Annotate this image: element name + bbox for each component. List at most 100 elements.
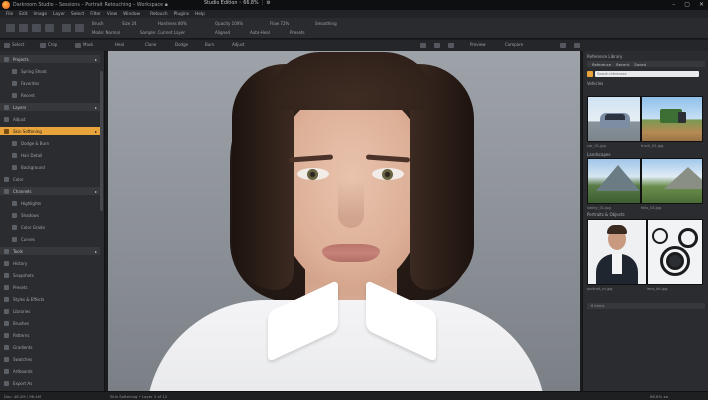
thumb-camera-lens[interactable]: [647, 219, 703, 285]
zoom-in-icon[interactable]: [420, 43, 426, 48]
panel-item[interactable]: History: [0, 259, 100, 267]
image-canvas[interactable]: [108, 51, 580, 391]
menu-filter[interactable]: Filter: [90, 12, 101, 17]
thumb-truck[interactable]: [641, 96, 703, 142]
panel-item[interactable]: Adjust: [0, 115, 100, 123]
menu-help[interactable]: Help: [195, 12, 205, 17]
chevron-right-icon[interactable]: ▸: [95, 249, 97, 254]
close-button[interactable]: ✕: [699, 1, 704, 8]
option-mode[interactable]: Mode: Normal: [92, 30, 120, 35]
reference-search-input[interactable]: [595, 71, 699, 77]
menu-view[interactable]: View: [107, 12, 117, 17]
fit-icon[interactable]: [448, 43, 454, 48]
left-panel-scrollbar[interactable]: [100, 71, 103, 211]
panel-item[interactable]: Spring Shoot: [0, 67, 100, 75]
panel-item[interactable]: Brushes: [0, 319, 100, 327]
panel-item[interactable]: Skin Softening ▸: [0, 127, 100, 135]
menu-window[interactable]: Window: [123, 12, 140, 17]
option-opacity[interactable]: Opacity 100%: [215, 21, 243, 26]
option-presets[interactable]: Presets: [290, 30, 305, 35]
panel-item[interactable]: Swatches: [0, 355, 100, 363]
wand-tool-icon[interactable]: [75, 24, 84, 32]
app-logo-icon: [2, 1, 10, 9]
menu-retouch[interactable]: Retouch: [150, 12, 168, 17]
thumb-man-portrait[interactable]: [587, 219, 647, 285]
panel-item[interactable]: Gradients: [0, 343, 100, 351]
tb-preview[interactable]: Preview: [470, 42, 486, 47]
option-size[interactable]: Size 24: [122, 21, 137, 26]
menu-file[interactable]: File: [6, 12, 13, 17]
panel-item[interactable]: Patterns: [0, 331, 100, 339]
brush-tool-icon[interactable]: [6, 24, 15, 32]
tb-crop[interactable]: Crop: [48, 42, 57, 47]
tb-mask[interactable]: Mask: [83, 42, 93, 47]
panel-item[interactable]: Color Grade: [0, 223, 100, 231]
panel-item[interactable]: Hair Detail: [0, 151, 100, 159]
panel-item[interactable]: Channels ▸: [0, 187, 100, 195]
option-sample[interactable]: Sample: Current Layer: [140, 30, 185, 35]
maximize-button[interactable]: ▢: [684, 1, 690, 8]
menu-edit[interactable]: Edit: [19, 12, 27, 17]
layer-icon: [4, 128, 9, 134]
panel-item[interactable]: Projects ▸: [0, 55, 100, 63]
option-smoothing[interactable]: Smoothing: [315, 21, 337, 26]
menu-plugins[interactable]: Plugins: [174, 12, 189, 17]
panel-item[interactable]: Snapshots: [0, 271, 100, 279]
panel-item[interactable]: Curves: [0, 235, 100, 243]
mask-icon[interactable]: [75, 43, 81, 48]
tb-dodge[interactable]: Dodge: [175, 42, 188, 47]
option-hardness[interactable]: Hardness 80%: [158, 21, 187, 26]
chevron-right-icon[interactable]: ▸: [95, 57, 97, 62]
eraser-tool-icon[interactable]: [19, 24, 28, 32]
clone-tool-icon[interactable]: [62, 24, 71, 32]
status-zoom[interactable]: 66.8% ◂ ▸: [650, 394, 668, 399]
panel-item[interactable]: Color: [0, 175, 100, 183]
panel-item[interactable]: Shadows: [0, 211, 100, 219]
panel-item[interactable]: Styles & Effects: [0, 295, 100, 303]
tab-reference[interactable]: Reference: [592, 62, 611, 67]
zoom-out-icon[interactable]: [434, 43, 440, 48]
thumb-valley[interactable]: [587, 158, 641, 204]
panel-item[interactable]: Favorites: [0, 79, 100, 87]
tb-compare[interactable]: Compare: [505, 42, 523, 47]
menu-image[interactable]: Image: [34, 12, 47, 17]
panel-item[interactable]: Dodge & Burn: [0, 139, 100, 147]
panel-item[interactable]: Presets: [0, 283, 100, 291]
panel-item[interactable]: Highlights: [0, 199, 100, 207]
tb-heal[interactable]: Heal: [115, 42, 124, 47]
panel-item[interactable]: Export As: [0, 379, 100, 387]
panel-item[interactable]: Recent: [0, 91, 100, 99]
option-brush[interactable]: Brush: [92, 21, 104, 26]
crop-icon[interactable]: [40, 43, 46, 48]
option-aligned[interactable]: Aligned: [215, 30, 230, 35]
chevron-right-icon[interactable]: ▸: [95, 189, 97, 194]
option-autoheal[interactable]: Auto-Heal: [250, 30, 270, 35]
panel-item[interactable]: Artboards: [0, 367, 100, 375]
pen-tool-icon[interactable]: [32, 24, 41, 32]
tb-adjust[interactable]: Adjust: [232, 42, 245, 47]
panel-item[interactable]: Libraries: [0, 307, 100, 315]
panel-item-label: Curves: [21, 236, 35, 242]
thumb-hills[interactable]: [641, 158, 703, 204]
thumb-car[interactable]: [587, 96, 641, 142]
chevron-right-icon[interactable]: ▸: [95, 129, 97, 134]
heal-tool-icon[interactable]: [45, 24, 54, 32]
panel-item[interactable]: Layers ▸: [0, 103, 100, 111]
tb-select[interactable]: Select: [12, 42, 24, 47]
minimize-button[interactable]: –: [672, 1, 675, 8]
option-flow[interactable]: Flow 72%: [270, 21, 289, 26]
panel-item[interactable]: Background: [0, 163, 100, 171]
tab-saved[interactable]: Saved: [634, 62, 646, 67]
tab-recent[interactable]: Recent: [616, 62, 629, 67]
menu-layer[interactable]: Layer: [53, 12, 65, 17]
tb-burn[interactable]: Burn: [205, 42, 214, 47]
chevron-right-icon[interactable]: ▸: [95, 105, 97, 110]
settings-icon[interactable]: [574, 43, 580, 48]
layer-icon: [4, 116, 9, 122]
select-icon[interactable]: [4, 43, 10, 48]
tb-clone[interactable]: Clone: [145, 42, 156, 47]
folder-icon[interactable]: [587, 71, 593, 77]
panel-item[interactable]: Tools ▸: [0, 247, 100, 255]
grid-icon[interactable]: [560, 43, 566, 48]
menu-select[interactable]: Select: [71, 12, 84, 17]
